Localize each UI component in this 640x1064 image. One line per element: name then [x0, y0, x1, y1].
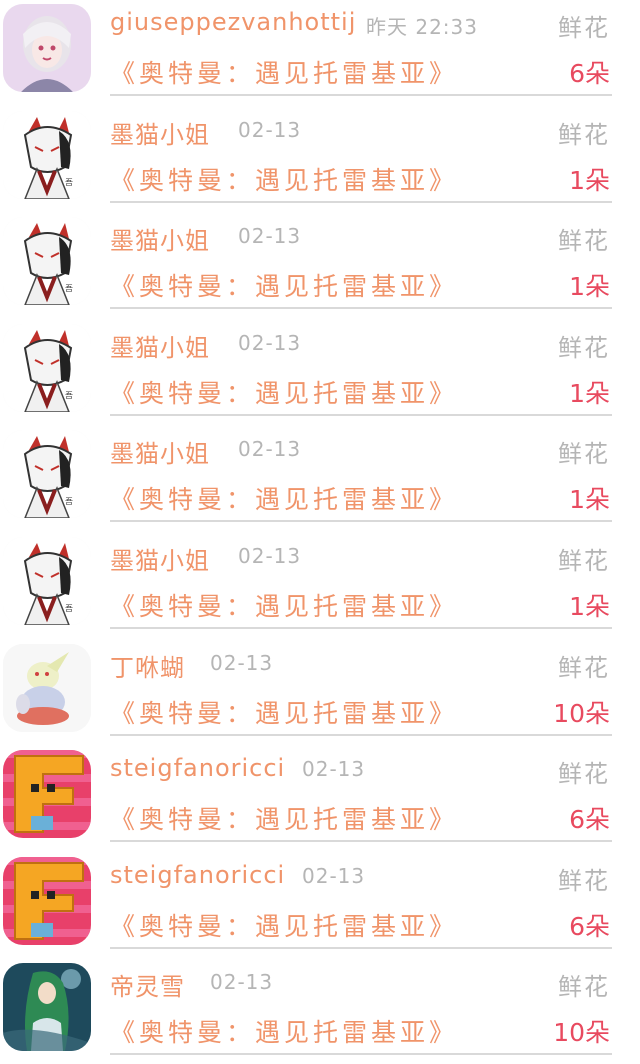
gift-record-row[interactable]: steigfanoricci 02-13 鲜花 《奥特曼：遇见托雷基亚》 6朵: [0, 746, 640, 853]
row-divider: [110, 413, 612, 416]
svg-text:吾: 吾: [65, 178, 73, 187]
gift-type: 鲜花: [558, 760, 610, 789]
svg-text:吾: 吾: [65, 284, 73, 293]
gift-time: 02-13: [238, 330, 302, 355]
user-name[interactable]: steigfanoricci: [110, 754, 285, 782]
row-divider: [110, 626, 612, 629]
user-name[interactable]: 墨猫小姐: [110, 328, 210, 363]
gift-amount: 1朵: [569, 272, 610, 302]
gift-record-row[interactable]: 吾 墨猫小姐 02-13 鲜花 《奥特曼：遇见托雷基亚》 1朵: [0, 320, 640, 427]
gift-record-row[interactable]: 帝灵雪 02-13 鲜花 《奥特曼：遇见托雷基亚》 10朵: [0, 959, 640, 1064]
gift-record-row[interactable]: 丁咻蝴 02-13 鲜花 《奥特曼：遇见托雷基亚》 10朵: [0, 640, 640, 747]
book-title[interactable]: 《奥特曼：遇见托雷基亚》: [110, 1013, 458, 1049]
gift-record-row[interactable]: 吾 墨猫小姐 02-13 鲜花 《奥特曼：遇见托雷基亚》 1朵: [0, 533, 640, 640]
gift-amount: 1朵: [569, 591, 610, 621]
letter-f-avatar-icon: [3, 856, 91, 945]
gift-time: 02-13: [210, 650, 274, 675]
row-divider: [110, 307, 612, 310]
book-title[interactable]: 《奥特曼：遇见托雷基亚》: [110, 374, 458, 410]
svg-text:吾: 吾: [65, 604, 73, 613]
user-avatar[interactable]: 吾: [3, 217, 91, 306]
book-title[interactable]: 《奥特曼：遇见托雷基亚》: [110, 800, 458, 836]
row-divider: [110, 94, 612, 96]
gift-record-row[interactable]: 吾 墨猫小姐 02-13 鲜花 《奥特曼：遇见托雷基亚》 1朵: [0, 213, 640, 320]
user-name[interactable]: 帝灵雪: [110, 967, 185, 1002]
user-avatar[interactable]: 吾: [3, 110, 91, 199]
row-divider: [110, 733, 612, 736]
girl-avatar-icon: [3, 4, 91, 92]
gift-time: 02-13: [238, 224, 302, 249]
gift-record-row[interactable]: giuseppezvanhottij 昨天 22:33 鲜花 《奥特曼：遇见托雷…: [0, 0, 640, 107]
gift-amount: 6朵: [569, 59, 610, 88]
user-name[interactable]: 墨猫小姐: [110, 434, 210, 469]
row-divider: [110, 840, 612, 843]
creature-avatar-icon: [3, 643, 91, 732]
gift-type: 鲜花: [558, 333, 610, 362]
gift-amount: 1朵: [569, 485, 610, 515]
user-name[interactable]: steigfanoricci: [110, 861, 285, 889]
gift-type: 鲜花: [558, 653, 610, 682]
gift-type: 鲜花: [558, 14, 610, 42]
gift-time: 02-13: [302, 863, 366, 888]
user-avatar[interactable]: [3, 856, 91, 945]
svg-text:吾: 吾: [65, 497, 73, 506]
gift-time: 02-13: [210, 970, 274, 995]
gift-amount: 1朵: [569, 378, 610, 408]
user-avatar[interactable]: [3, 4, 91, 92]
gift-time: 02-13: [238, 117, 302, 142]
book-title[interactable]: 《奥特曼：遇见托雷基亚》: [110, 161, 458, 197]
gift-type: 鲜花: [558, 440, 610, 469]
gift-type: 鲜花: [558, 973, 610, 1002]
gift-record-row[interactable]: steigfanoricci 02-13 鲜花 《奥特曼：遇见托雷基亚》 6朵: [0, 853, 640, 960]
book-title[interactable]: 《奥特曼：遇见托雷基亚》: [110, 54, 458, 90]
fox-mask-avatar-icon: 吾: [3, 217, 91, 306]
gift-type: 鲜花: [558, 546, 610, 575]
gift-amount: 6朵: [569, 805, 610, 835]
book-title[interactable]: 《奥特曼：遇见托雷基亚》: [110, 694, 458, 730]
user-name[interactable]: 墨猫小姐: [110, 541, 210, 576]
user-name[interactable]: 丁咻蝴: [110, 648, 185, 683]
fox-mask-avatar-icon: 吾: [3, 323, 91, 412]
user-name[interactable]: 墨猫小姐: [110, 115, 210, 150]
gift-time: 02-13: [238, 543, 302, 568]
user-avatar[interactable]: [3, 643, 91, 732]
fox-mask-avatar-icon: 吾: [3, 430, 91, 519]
gift-amount: 6朵: [569, 911, 610, 941]
row-divider: [110, 200, 612, 203]
user-name[interactable]: giuseppezvanhottij: [110, 8, 356, 36]
user-avatar[interactable]: 吾: [3, 323, 91, 412]
fox-mask-avatar-icon: 吾: [3, 110, 91, 199]
user-avatar[interactable]: 吾: [3, 536, 91, 625]
row-divider: [110, 946, 612, 949]
gift-record-list: giuseppezvanhottij 昨天 22:33 鲜花 《奥特曼：遇见托雷…: [0, 0, 640, 1064]
row-divider: [110, 520, 612, 523]
gift-type: 鲜花: [558, 227, 610, 256]
gift-amount: 10朵: [553, 698, 610, 728]
gift-time: 02-13: [302, 757, 366, 782]
book-title[interactable]: 《奥特曼：遇见托雷基亚》: [110, 267, 458, 303]
svg-text:吾: 吾: [65, 391, 73, 400]
user-name[interactable]: 墨猫小姐: [110, 221, 210, 256]
gift-record-row[interactable]: 吾 墨猫小姐 02-13 鲜花 《奥特曼：遇见托雷基亚》 1朵: [0, 426, 640, 533]
gift-type: 鲜花: [558, 120, 610, 149]
user-avatar[interactable]: 吾: [3, 430, 91, 519]
gift-amount: 1朵: [569, 165, 610, 195]
letter-f-avatar-icon: [3, 750, 91, 839]
gift-type: 鲜花: [558, 866, 610, 895]
book-title[interactable]: 《奥特曼：遇见托雷基亚》: [110, 907, 458, 943]
book-title[interactable]: 《奥特曼：遇见托雷基亚》: [110, 587, 458, 623]
user-avatar[interactable]: [3, 750, 91, 839]
gift-time: 02-13: [238, 437, 302, 462]
gift-record-row[interactable]: 吾 墨猫小姐 02-13 鲜花 《奥特曼：遇见托雷基亚》 1朵: [0, 107, 640, 214]
gift-time: 昨天 22:33: [366, 15, 478, 39]
green-hair-avatar-icon: [3, 963, 91, 1052]
row-divider: [110, 1053, 612, 1056]
book-title[interactable]: 《奥特曼：遇见托雷基亚》: [110, 480, 458, 516]
gift-amount: 10朵: [553, 1018, 610, 1048]
user-avatar[interactable]: [3, 963, 91, 1052]
fox-mask-avatar-icon: 吾: [3, 536, 91, 625]
